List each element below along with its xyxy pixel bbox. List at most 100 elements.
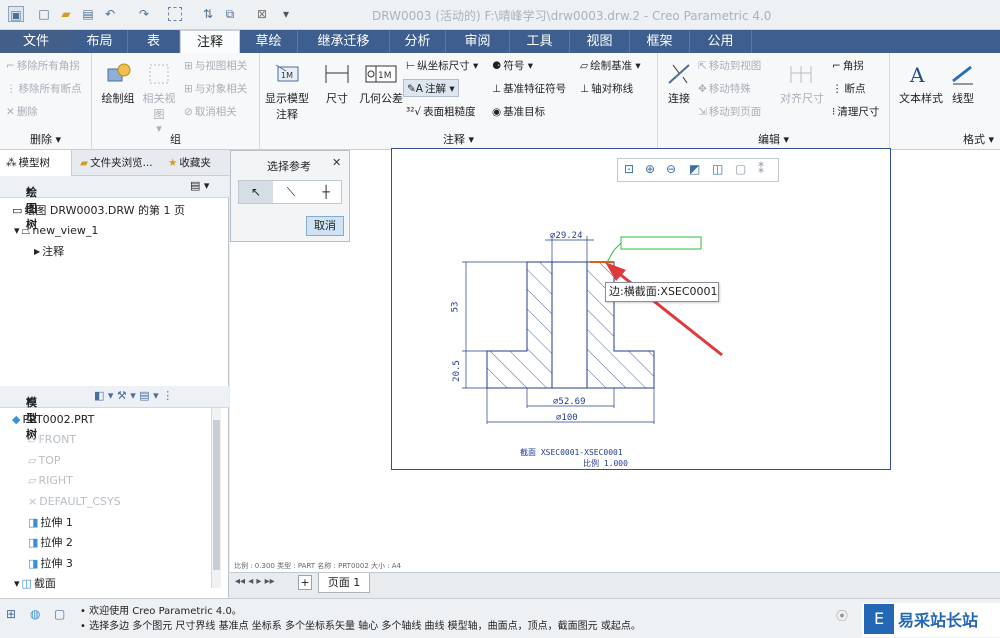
tab-legacy[interactable]: 继承迁移 [298,30,390,53]
dim-height[interactable]: 53 [450,302,460,313]
page-nav-icons[interactable]: ◂◂ ◂ ▸ ▸▸ [235,576,275,587]
tab-view[interactable]: 视图 [570,30,630,53]
move-to-page-button[interactable]: ⇲ 移动到页面 [698,103,761,121]
dim-bottom-diameter[interactable]: ⌀100 [556,413,578,423]
dim-base-height[interactable]: 20.5 [452,360,462,382]
draw-group-button[interactable]: 绘制组 [98,61,138,106]
tree-item-annotations[interactable]: ▶ 注释 [34,242,64,262]
select-point-icon[interactable]: ┼ [309,181,343,203]
tree-item-front[interactable]: ▱ FRONT [28,430,76,450]
tree-item-top[interactable]: ▱ TOP [28,451,60,471]
tree-settings-icon[interactable]: ▤ ▾ [190,179,209,192]
section-bore[interactable] [551,261,588,389]
svg-text:A: A [909,63,925,87]
model-tree-header[interactable]: ▾ 模型树 ◧ ▾ ⚒ ▾ ▤ ▾ ⋮ [0,386,229,441]
tab-folder-browser[interactable]: ▰ 文件夹浏览... [74,150,160,176]
delete-button[interactable]: ✕ 删除 [6,103,38,121]
select-box-icon[interactable] [168,7,182,21]
scrollbar-thumb[interactable] [213,420,220,570]
break-button[interactable]: ⋮ 断点 [832,80,866,98]
axis-symmetry-line-button[interactable]: ⊥ 轴对称线 [580,80,633,98]
tree-item-view[interactable]: ▾ ⏢ new_view_1 [14,221,98,241]
tree-item-extrude-3[interactable]: ◨ 拉伸 3 [28,554,73,574]
datum-target-button[interactable]: ◉ 基准目标 [492,103,545,121]
relate-to-object-button[interactable]: ⊞ 与对象相关 [184,80,247,98]
sketched-datum-button[interactable]: ▱ 绘制基准 ▾ [580,57,641,75]
ordinate-icon: ⊢ [406,60,416,72]
tab-sketch[interactable]: 草绘 [240,30,298,53]
page-tab-1[interactable]: 页面 1 [318,573,370,593]
status-toggle-icon[interactable]: ⊞ [6,607,16,621]
show-model-annotations-button[interactable]: 1M 显示模型注释 [264,61,310,122]
windows-icon[interactable]: ⧉ [222,6,238,22]
tab-frame[interactable]: 框架 [630,30,690,53]
note-placeholder-box[interactable] [620,236,702,250]
redo-icon[interactable]: ↷ [136,6,152,22]
line-style-button[interactable]: 线型 [948,61,978,106]
tab-file[interactable]: 文件 [0,30,72,53]
datum-feature-symbol-button[interactable]: ⊥ 基准特征符号 [492,80,566,98]
drawing-tree-header[interactable]: ▾ 绘图树 ▤ ▾ [0,176,229,231]
tree-item-drawing-page[interactable]: ▭ 绘图 DRW0003.DRW 的第 1 页 [12,201,185,221]
surface-finish-button[interactable]: ³²√ 表面粗糙度 [406,103,476,121]
jog-button[interactable]: ⌐ 角拐 [832,57,864,75]
tree-item-section[interactable]: ▾ ◫ 截面 [14,574,56,594]
model-tree-scrollbar[interactable] [211,408,221,588]
move-special-button[interactable]: ✥ 移动特殊 [698,80,751,98]
tab-annotate[interactable]: 注释 [180,30,240,53]
text-style-button[interactable]: A 文本样式 [898,61,944,106]
undo-icon[interactable]: ↶ [102,6,118,22]
related-view-button[interactable]: 相关视图 ▾ [138,61,180,135]
open-folder-icon[interactable]: ▰ [58,6,74,22]
connect-button[interactable]: 连接 [662,61,696,106]
tab-model-tree[interactable]: ⁂ 模型树 [0,150,72,176]
new-file-icon[interactable]: □ [36,6,52,22]
remove-all-breaks-button[interactable]: ⋮ 移除所有断点 [6,80,82,98]
section-label[interactable]: 截面 XSEC0001-XSEC0001 [520,447,623,458]
select-edge-icon[interactable]: ⟍ [274,181,308,203]
edit-group-label[interactable]: 编辑 ▾ [658,131,889,147]
save-icon[interactable]: ▤ [80,6,96,22]
tab-favorites[interactable]: ★ 收藏夹 [162,150,228,176]
favorites-icon: ★ [168,157,178,169]
tab-analysis[interactable]: 分析 [390,30,446,53]
close-window-icon[interactable]: ⊠ [254,6,270,22]
delete-group-label[interactable]: 删除 ▾ [0,131,91,147]
remove-all-jogs-button[interactable]: ⌐ 移除所有角拐 [6,57,80,75]
tree-item-right[interactable]: ▱ RIGHT [28,471,73,491]
relate-to-view-button[interactable]: ⊞ 与视图相关 [184,57,247,75]
annotate-group-label[interactable]: 注释 ▾ [260,131,657,147]
tab-review[interactable]: 审阅 [446,30,510,53]
format-group-label[interactable]: 格式 ▾ [890,131,1000,147]
select-entity-icon[interactable]: ↖ [239,181,273,203]
regenerate-icon[interactable]: ⇅ [200,6,216,22]
note-button[interactable]: ✎A 注解 ▾ [403,79,459,97]
tree-item-extrude-1[interactable]: ◨ 拉伸 1 [28,513,73,533]
display-icon[interactable]: ◧ ▾ ⚒ ▾ ▤ ▾ ⋮ [94,389,173,402]
dim-mid-diameter[interactable]: ⌀52.69 [553,397,586,407]
customize-toolbar-icon[interactable]: ▾ [278,6,294,22]
tree-item-extrude-2[interactable]: ◨ 拉伸 2 [28,533,73,553]
symbol-button[interactable]: ⚈ 符号 ▾ [492,57,533,75]
tab-common[interactable]: 公用 [690,30,752,53]
clean-dimensions-button[interactable]: ⁝ 清理尺寸 [832,103,879,121]
tab-table[interactable]: 表 [128,30,180,53]
tab-tools[interactable]: 工具 [510,30,570,53]
fullscreen-icon[interactable]: ▢ [54,607,65,621]
unrelate-button[interactable]: ⊘ 取消相关 [184,103,237,121]
tree-item-default-csys[interactable]: ⨯ DEFAULT_CSYS [28,492,121,512]
scale-label[interactable]: 比例 1.000 [583,458,628,469]
geometric-tolerance-button[interactable]: 1M 几何公差 [356,61,406,106]
add-page-icon[interactable]: + [298,575,312,590]
move-to-view-button[interactable]: ⇱ 移动到视图 [698,57,761,75]
ordinate-dimension-button[interactable]: ⊢ 纵坐标尺寸 ▾ [406,57,478,75]
globe-icon[interactable]: ◍ [30,607,40,621]
tree-item-part[interactable]: ◆ PRT0002.PRT [12,410,94,430]
cancel-button[interactable]: 取消 [306,216,344,236]
close-icon[interactable]: ✕ [332,156,341,169]
tab-layout[interactable]: 布局 [72,30,128,53]
app-icon[interactable]: ▣ [8,6,24,22]
dim-top-diameter[interactable]: ⌀29.24 [550,231,583,241]
align-dimensions-button[interactable]: 对齐尺寸 [778,61,826,106]
dimension-button[interactable]: 尺寸 [322,61,352,106]
